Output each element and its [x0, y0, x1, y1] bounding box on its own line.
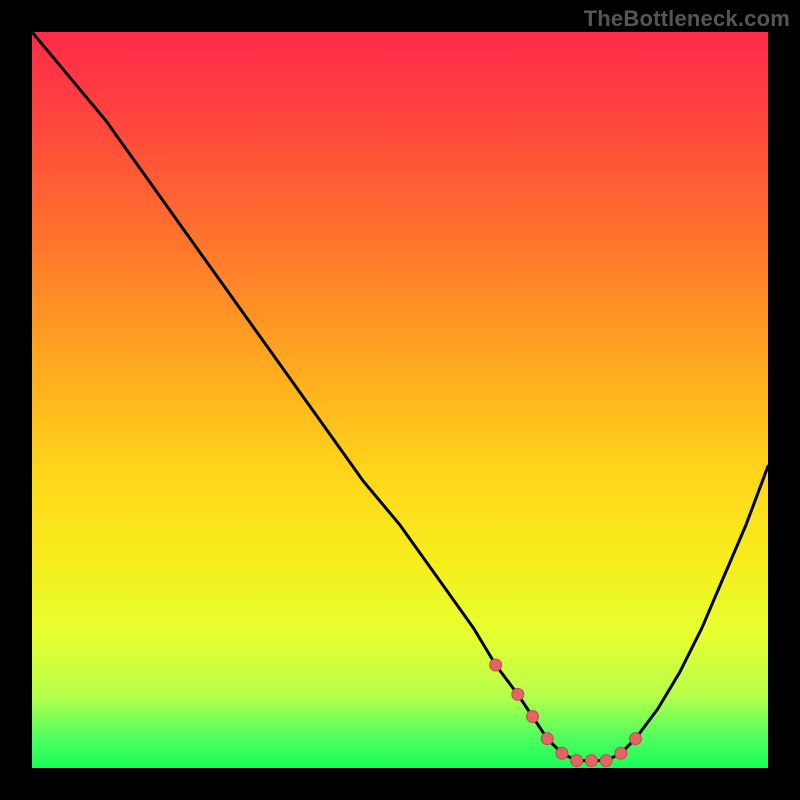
optimal-marker: [585, 755, 597, 767]
watermark-text: TheBottleneck.com: [584, 6, 790, 32]
optimal-marker: [541, 733, 553, 745]
chart-stage: TheBottleneck.com: [0, 0, 800, 800]
bottleneck-curve: [32, 32, 768, 761]
optimal-marker: [630, 733, 642, 745]
optimal-marker: [490, 659, 502, 671]
optimal-marker: [615, 747, 627, 759]
optimal-marker: [527, 711, 539, 723]
optimal-marker: [600, 755, 612, 767]
optimal-marker: [512, 688, 524, 700]
optimal-marker: [556, 747, 568, 759]
optimal-marker: [571, 755, 583, 767]
chart-svg: [0, 0, 800, 800]
